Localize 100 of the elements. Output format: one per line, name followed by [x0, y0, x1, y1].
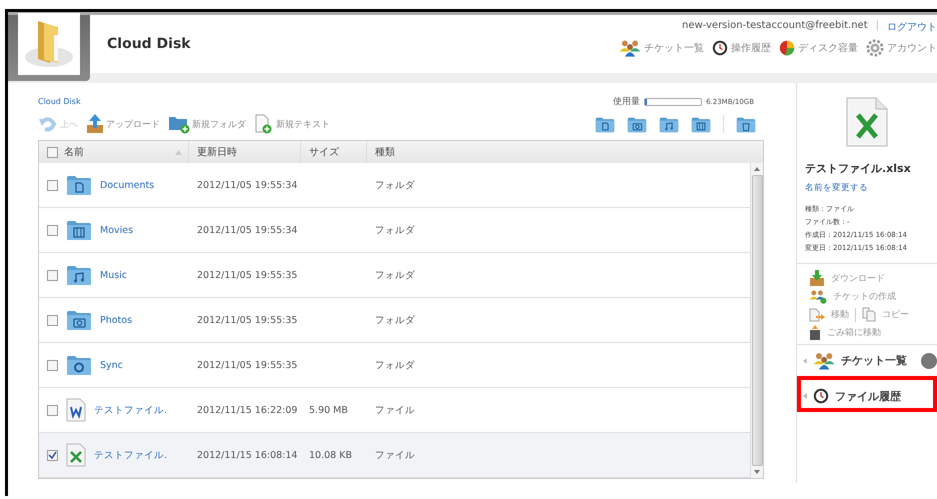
- music-folder-icon: [659, 116, 679, 132]
- file-name-link[interactable]: Documents: [100, 180, 154, 190]
- file-size: 10.08 KB: [309, 450, 352, 460]
- file-row[interactable]: Movies 2012/11/05 19:55:34 フォルダ: [39, 208, 750, 253]
- item-type: フォルダ: [375, 224, 415, 236]
- movies-folder-button[interactable]: [691, 116, 711, 132]
- file-size: 5.90 MB: [309, 404, 348, 416]
- file-action-button[interactable]: 移動: [809, 308, 849, 322]
- account-email: new-version-testaccount@freebit.net: [682, 20, 868, 33]
- row-checkbox[interactable]: [47, 270, 58, 280]
- people-icon: [812, 350, 835, 370]
- collapsible-section[interactable]: チケット一覧: [797, 344, 937, 376]
- column-header[interactable]: 名前: [64, 145, 84, 159]
- move-file-icon: [809, 308, 825, 322]
- item-type: ファイル: [375, 404, 415, 416]
- file-row[interactable]: Music 2012/11/05 19:55:35 フォルダ: [39, 253, 750, 298]
- file-name-link[interactable]: テストファイル.: [94, 448, 168, 462]
- collapsible-section[interactable]: ファイル履歴: [797, 376, 937, 412]
- file-action-button[interactable]: ごみ箱に移動: [809, 325, 881, 340]
- file-action-button[interactable]: コピー: [862, 307, 909, 322]
- toolbar-button[interactable]: 新規フォルダ: [168, 114, 246, 134]
- item-type: フォルダ: [375, 358, 415, 372]
- pie-chart-icon: [779, 40, 795, 56]
- folder-icon: [66, 354, 92, 376]
- collapse-arrow-icon: [803, 358, 807, 364]
- logout-link[interactable]: ログアウト: [887, 20, 937, 34]
- nav-link[interactable]: ディスク容量: [779, 39, 858, 57]
- row-checkbox[interactable]: [47, 224, 58, 236]
- music-folder-button[interactable]: [659, 116, 679, 132]
- copy-icon: [862, 307, 876, 322]
- document-folder-icon: [595, 116, 615, 132]
- spreadsheet-file-icon: [846, 97, 888, 147]
- item-type: ファイル: [375, 448, 415, 462]
- nav-link[interactable]: 操作履歴: [712, 39, 771, 57]
- file-action-button[interactable]: チケットの作成: [809, 289, 896, 304]
- file-row[interactable]: Sync 2012/11/05 19:55:35 フォルダ: [39, 343, 750, 388]
- select-all-checkbox[interactable]: [47, 146, 58, 158]
- scroll-down-arrow-icon[interactable]: [754, 470, 760, 474]
- toolbar-button[interactable]: 新規テキスト: [254, 114, 330, 134]
- undo-arrow-icon: [38, 116, 58, 132]
- spreadsheet-icon: [66, 443, 86, 467]
- scroll-up-arrow-icon[interactable]: [754, 167, 760, 171]
- row-checkbox[interactable]: [47, 180, 58, 190]
- row-checkbox[interactable]: [47, 360, 58, 370]
- word-document-icon: [66, 398, 86, 422]
- folder-icon: [66, 309, 92, 331]
- modified-date: 2012/11/05 19:55:35: [197, 270, 298, 280]
- photos-folder-button[interactable]: [627, 116, 647, 132]
- file-name-link[interactable]: Movies: [100, 224, 134, 236]
- file-action-button[interactable]: ダウンロード: [809, 270, 885, 286]
- file-name-link[interactable]: Photos: [100, 314, 132, 326]
- file-name-link[interactable]: Sync: [100, 360, 123, 370]
- modified-date: 2012/11/15 16:22:09: [197, 404, 298, 416]
- file-row[interactable]: Photos 2012/11/05 19:55:35 フォルダ: [39, 298, 750, 343]
- folder-icon: [66, 174, 92, 196]
- file-name-link[interactable]: テストファイル.: [94, 404, 168, 416]
- new-folder-icon: [168, 114, 190, 134]
- app-title: Cloud Disk: [107, 36, 191, 54]
- rename-link[interactable]: 名前を変更する: [805, 182, 937, 194]
- people-add-icon: [809, 289, 827, 304]
- clock-icon: [712, 40, 728, 56]
- modified-date: 2012/11/05 19:55:34: [197, 224, 298, 236]
- row-checkbox[interactable]: [47, 404, 58, 416]
- column-header[interactable]: 種類: [375, 145, 395, 159]
- separator: |: [876, 20, 879, 33]
- new-text-icon: [254, 114, 274, 134]
- collapse-arrow-icon: [803, 393, 807, 399]
- documents-folder-button[interactable]: [595, 116, 615, 132]
- breadcrumb-link[interactable]: Cloud Disk: [38, 97, 81, 106]
- nav-link[interactable]: チケット一覧: [619, 39, 704, 57]
- trash-folder-button[interactable]: [736, 116, 756, 132]
- nav-link[interactable]: アカウント: [866, 39, 937, 57]
- gear-icon: [866, 39, 884, 57]
- item-type: フォルダ: [375, 268, 415, 282]
- upload-box-icon: [86, 114, 104, 134]
- row-checkbox[interactable]: [47, 314, 58, 326]
- item-type: フォルダ: [375, 314, 415, 326]
- camera-folder-icon: [627, 116, 647, 132]
- usage-label: 使用量: [613, 96, 640, 108]
- trash-can-icon: [809, 325, 821, 340]
- row-checkbox[interactable]: [47, 450, 58, 460]
- trash-folder-icon: [736, 116, 756, 132]
- clock-icon: [813, 388, 829, 404]
- modified-date: 2012/11/05 19:55:34: [197, 180, 298, 190]
- selected-file-name: テストファイル.xlsx: [805, 161, 912, 176]
- scrollbar[interactable]: [750, 163, 763, 478]
- usage-meter: [644, 98, 702, 106]
- file-row[interactable]: Documents 2012/11/05 19:55:34 フォルダ: [39, 163, 750, 208]
- folder-icon: [66, 264, 92, 286]
- toolbar-button[interactable]: アップロード: [86, 114, 160, 134]
- modified-date: 2012/11/05 19:55:35: [197, 314, 298, 326]
- modified-date: 2012/11/05 19:55:35: [197, 360, 298, 370]
- folder-icon: [66, 219, 92, 241]
- file-row[interactable]: テストファイル. 2012/11/15 16:08:14 10.08 KB ファイル: [39, 433, 750, 478]
- column-header[interactable]: サイズ: [309, 145, 339, 159]
- file-name-link[interactable]: Music: [100, 270, 128, 280]
- count-badge: [921, 352, 937, 368]
- people-icon: [619, 39, 641, 57]
- film-folder-icon: [691, 116, 711, 132]
- column-header[interactable]: 更新日時: [197, 145, 237, 159]
